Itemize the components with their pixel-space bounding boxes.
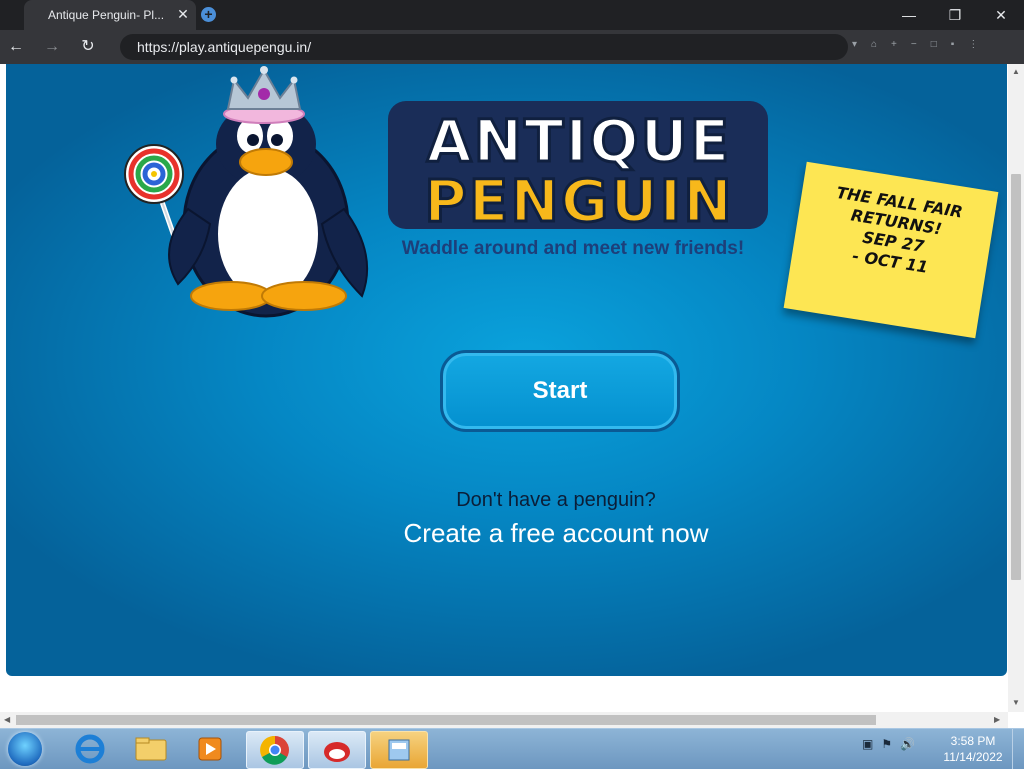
system-tray-icons[interactable]: ▣⚑🔊	[862, 737, 932, 761]
scroll-left-icon[interactable]: ◀	[4, 715, 10, 724]
start-button[interactable]: Start	[440, 350, 680, 432]
address-bar[interactable]: https://play.antiquepengu.in/	[120, 34, 848, 60]
pinned-app-taskbar-icon[interactable]	[370, 731, 428, 769]
url-text: https://play.antiquepengu.in/	[137, 39, 312, 55]
tagline: Waddle around and meet new friends!	[401, 238, 745, 259]
signup-question: Don't have a penguin?	[456, 489, 656, 511]
tab-title: Antique Penguin- Pl...	[48, 8, 165, 22]
taskbar-clock[interactable]: 3:58 PM 11/14/2022	[940, 733, 1006, 765]
clock-date: 11/14/2022	[943, 750, 1003, 764]
browser-toolbar: ← → ↻ https://play.antiquepengu.in/ ▾⌂+−…	[0, 30, 1024, 64]
windows-start-icon[interactable]	[8, 732, 42, 766]
vertical-scroll-thumb[interactable]	[1011, 174, 1021, 580]
scroll-down-icon[interactable]: ▼	[1012, 698, 1020, 707]
windows-taskbar: ▣⚑🔊 3:58 PM 11/14/2022	[0, 728, 1024, 769]
file-explorer-taskbar-icon[interactable]	[122, 731, 178, 767]
minimize-icon[interactable]: —	[886, 0, 932, 30]
browser-tab[interactable]: Antique Penguin- Pl... ✕	[24, 0, 196, 30]
show-desktop-button[interactable]	[1012, 729, 1024, 769]
vertical-scrollbar[interactable]: ▲ ▼	[1008, 64, 1024, 712]
browser-tab-bar: Antique Penguin- Pl... ✕ + — ❐ ✕	[0, 0, 1024, 30]
toolbar-extension-icons[interactable]: ▾⌂+−□▪⋮	[852, 39, 1022, 55]
chrome-taskbar-icon[interactable]	[246, 731, 304, 769]
window-close-icon[interactable]: ✕	[978, 0, 1024, 30]
penguin-mascot-icon	[124, 66, 369, 318]
logo-line-2: PENGUIN	[424, 167, 734, 235]
scroll-right-icon[interactable]: ▶	[994, 715, 1000, 724]
game-landing-panel: ANTIQUE PENGUIN Waddle around and meet n…	[6, 64, 1007, 676]
ie-taskbar-icon[interactable]	[62, 731, 118, 767]
page-viewport: ANTIQUE PENGUIN Waddle around and meet n…	[0, 64, 1008, 712]
antique-penguin-logo: ANTIQUE PENGUIN	[384, 99, 774, 259]
fall-fair-sticky-note[interactable]: THE FALL FAIR RETURNS! SEP 27 - OCT 11	[783, 161, 999, 339]
new-tab-icon[interactable]: +	[201, 7, 216, 22]
reload-icon[interactable]: ↻	[77, 36, 99, 58]
penguin-app-taskbar-icon[interactable]	[308, 731, 366, 769]
restore-icon[interactable]: ❐	[932, 0, 978, 30]
clock-time: 3:58 PM	[950, 734, 996, 748]
horizontal-scroll-thumb[interactable]	[16, 715, 876, 725]
back-icon[interactable]: ←	[5, 36, 27, 58]
scroll-up-icon[interactable]: ▲	[1012, 67, 1020, 76]
fall-fair-note-text: THE FALL FAIR RETURNS! SEP 27 - OCT 11	[835, 182, 965, 277]
media-player-taskbar-icon[interactable]	[182, 731, 238, 767]
forward-icon[interactable]: →	[41, 36, 63, 58]
horizontal-scrollbar[interactable]: ◀ ▶	[0, 712, 1008, 728]
create-account-link[interactable]: Create a free account now	[306, 518, 806, 549]
tab-close-icon[interactable]: ✕	[174, 5, 192, 23]
logo-line-1: ANTIQUE	[427, 107, 732, 175]
